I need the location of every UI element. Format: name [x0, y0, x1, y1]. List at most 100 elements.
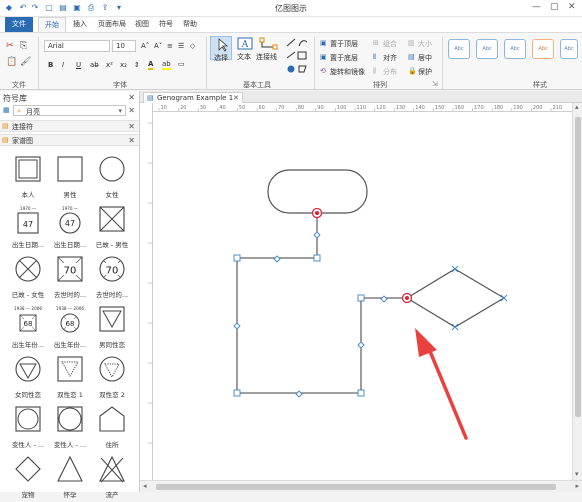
- align-button[interactable]: 对齐: [383, 53, 397, 63]
- connector-tool-button[interactable]: 连接线: [256, 36, 282, 61]
- font-grow-icon[interactable]: A˄: [141, 42, 149, 50]
- scroll-down-icon[interactable]: ▾: [575, 470, 579, 478]
- chevron-down-icon[interactable]: ▾: [118, 107, 122, 115]
- tab-page-layout[interactable]: 页面布局: [94, 17, 130, 32]
- horizontal-scrollbar[interactable]: ◂ ▸: [140, 480, 582, 492]
- search-clear-icon[interactable]: ✕: [128, 106, 135, 115]
- ruler-tick-label: 100: [337, 105, 347, 111]
- rotate-mirror-button[interactable]: 旋转和镜像: [330, 67, 365, 77]
- text-color-icon[interactable]: A: [148, 60, 154, 70]
- italic-button[interactable]: I: [62, 61, 64, 69]
- symbol-item[interactable]: 住所: [90, 402, 134, 452]
- symbol-item[interactable]: 流产: [90, 452, 134, 502]
- font-family-select[interactable]: Arial: [44, 40, 110, 52]
- bring-front-button[interactable]: 置于顶层: [330, 39, 358, 49]
- format-painter-icon[interactable]: 🖌: [20, 57, 31, 67]
- paste-icon[interactable]: 📋: [6, 57, 17, 67]
- symbol-item[interactable]: 1970 — 47 出生日期...: [6, 202, 50, 252]
- tab-insert[interactable]: 插入: [66, 17, 94, 32]
- scroll-up-icon[interactable]: ▴: [575, 103, 579, 111]
- close-icon[interactable]: ✕: [568, 2, 576, 12]
- symbol-item[interactable]: 女同性恋: [6, 352, 50, 402]
- send-back-button[interactable]: 置于底层: [330, 53, 358, 63]
- line-spacing-icon[interactable]: ⇕: [134, 61, 140, 69]
- drawing-canvas[interactable]: [153, 112, 572, 480]
- vertical-scrollbar[interactable]: ▴ ▾: [572, 103, 582, 480]
- tab-help[interactable]: 帮助: [178, 17, 202, 32]
- document-tab-close-icon[interactable]: ✕: [233, 94, 239, 102]
- panel-close-icon[interactable]: ✕: [128, 93, 135, 102]
- distribute-button[interactable]: 分布: [383, 67, 397, 77]
- strikethrough-icon[interactable]: ab̶: [90, 61, 99, 69]
- cut-icon[interactable]: ✂: [6, 41, 14, 51]
- font-shrink-icon[interactable]: A˅: [154, 42, 162, 50]
- symbol-item[interactable]: 1938 — 2006 68 出生年份...: [6, 302, 50, 352]
- symbol-item[interactable]: 怀孕: [48, 452, 92, 502]
- style-swatch-5[interactable]: Abc: [560, 39, 578, 59]
- group-button[interactable]: 组合: [383, 39, 397, 49]
- maximize-icon[interactable]: ▢: [550, 2, 559, 12]
- horizontal-scroll-thumb[interactable]: [156, 484, 556, 490]
- subscript-icon[interactable]: x₂: [120, 61, 127, 69]
- symbol-item[interactable]: 宠物: [6, 452, 50, 502]
- section-close-icon[interactable]: ✕: [128, 136, 135, 145]
- symbol-item[interactable]: 变性人 - ...: [6, 402, 50, 452]
- tab-home[interactable]: 开始: [38, 17, 66, 32]
- symbol-item[interactable]: 70 去世时的...: [90, 252, 134, 302]
- symbol-item[interactable]: 男性: [48, 152, 92, 202]
- title-bar: ◆ ↶ ↷ ▢ ▤ ▣ ⎙ ⇪ ▾ 亿图图示 — ▢ ✕: [0, 0, 582, 17]
- symbol-item[interactable]: 双性恋 2: [90, 352, 134, 402]
- symbol-item[interactable]: 本人: [6, 152, 50, 202]
- symbol-item[interactable]: 双性恋 1: [48, 352, 92, 402]
- symbol-item[interactable]: 变性人 - ...: [48, 402, 92, 452]
- style-swatch-4[interactable]: Abc: [532, 39, 554, 59]
- align-icon[interactable]: ≡: [167, 42, 173, 50]
- square-lifespan-icon: 1938 — 2006 68: [13, 304, 43, 334]
- ruler-tick-label: 50: [239, 105, 245, 111]
- document-tab[interactable]: ▤ Genogram Example 1 ✕: [143, 92, 243, 103]
- ruler-tick-label: 10: [161, 105, 167, 111]
- triangle-down-circle-icon: [13, 354, 43, 384]
- size-button[interactable]: 大小: [418, 39, 432, 49]
- center-button[interactable]: 居中: [418, 53, 432, 63]
- symbol-item[interactable]: 1970 — 47 出生日期...: [48, 202, 92, 252]
- section-connectors[interactable]: ▤ 连接符 ✕: [0, 120, 139, 132]
- symbol-item[interactable]: 1938 — 2006 68 出生年份...: [48, 302, 92, 352]
- protect-button[interactable]: 保护: [418, 67, 432, 77]
- symbol-item[interactable]: 70 去世时的...: [48, 252, 92, 302]
- symbol-search-input[interactable]: ⌕ 月亮 ▾: [13, 105, 126, 116]
- bold-button[interactable]: B: [48, 61, 53, 69]
- section-genogram[interactable]: ▤ 家谱图 ✕: [0, 134, 139, 146]
- section-close-icon[interactable]: ✕: [128, 122, 135, 131]
- symbol-item[interactable]: 男同性恋: [90, 302, 134, 352]
- symbol-item[interactable]: 女性: [90, 152, 134, 202]
- symbol-item[interactable]: 已故 - 女性: [6, 252, 50, 302]
- minimize-icon[interactable]: —: [532, 2, 541, 12]
- font-size-select[interactable]: 10: [112, 40, 136, 52]
- copy-icon[interactable]: ⎘: [20, 41, 27, 51]
- text-box-icon[interactable]: ▭: [178, 60, 185, 68]
- style-swatch-3[interactable]: Abc: [504, 39, 526, 59]
- drawing-tools[interactable]: [284, 36, 310, 76]
- underline-button[interactable]: U: [76, 61, 81, 69]
- divider: [206, 37, 207, 89]
- tab-view[interactable]: 视图: [130, 17, 154, 32]
- style-swatch-2[interactable]: Abc: [476, 39, 498, 59]
- scroll-right-icon[interactable]: ▸: [575, 482, 579, 490]
- clear-format-icon[interactable]: ◇: [190, 42, 195, 50]
- triangle-icon: [55, 454, 85, 484]
- style-swatch-1[interactable]: Abc: [448, 39, 470, 59]
- arrange-launcher-icon[interactable]: ⇲: [432, 80, 438, 88]
- bullets-icon[interactable]: ☰: [178, 42, 184, 50]
- text-tool-button[interactable]: A 文本: [234, 36, 256, 61]
- highlight-icon[interactable]: ab: [162, 60, 171, 70]
- connector-tool-icon: [259, 37, 278, 50]
- tab-symbols[interactable]: 符号: [154, 17, 178, 32]
- superscript-icon[interactable]: x²: [106, 61, 113, 69]
- scroll-left-icon[interactable]: ◂: [143, 482, 147, 490]
- tab-file[interactable]: 文件: [5, 17, 33, 32]
- divider: [38, 37, 39, 89]
- symbol-item[interactable]: 已故 - 男性: [90, 202, 134, 252]
- select-tool-button[interactable]: 选择: [210, 36, 232, 62]
- vertical-scroll-thumb[interactable]: [575, 117, 581, 417]
